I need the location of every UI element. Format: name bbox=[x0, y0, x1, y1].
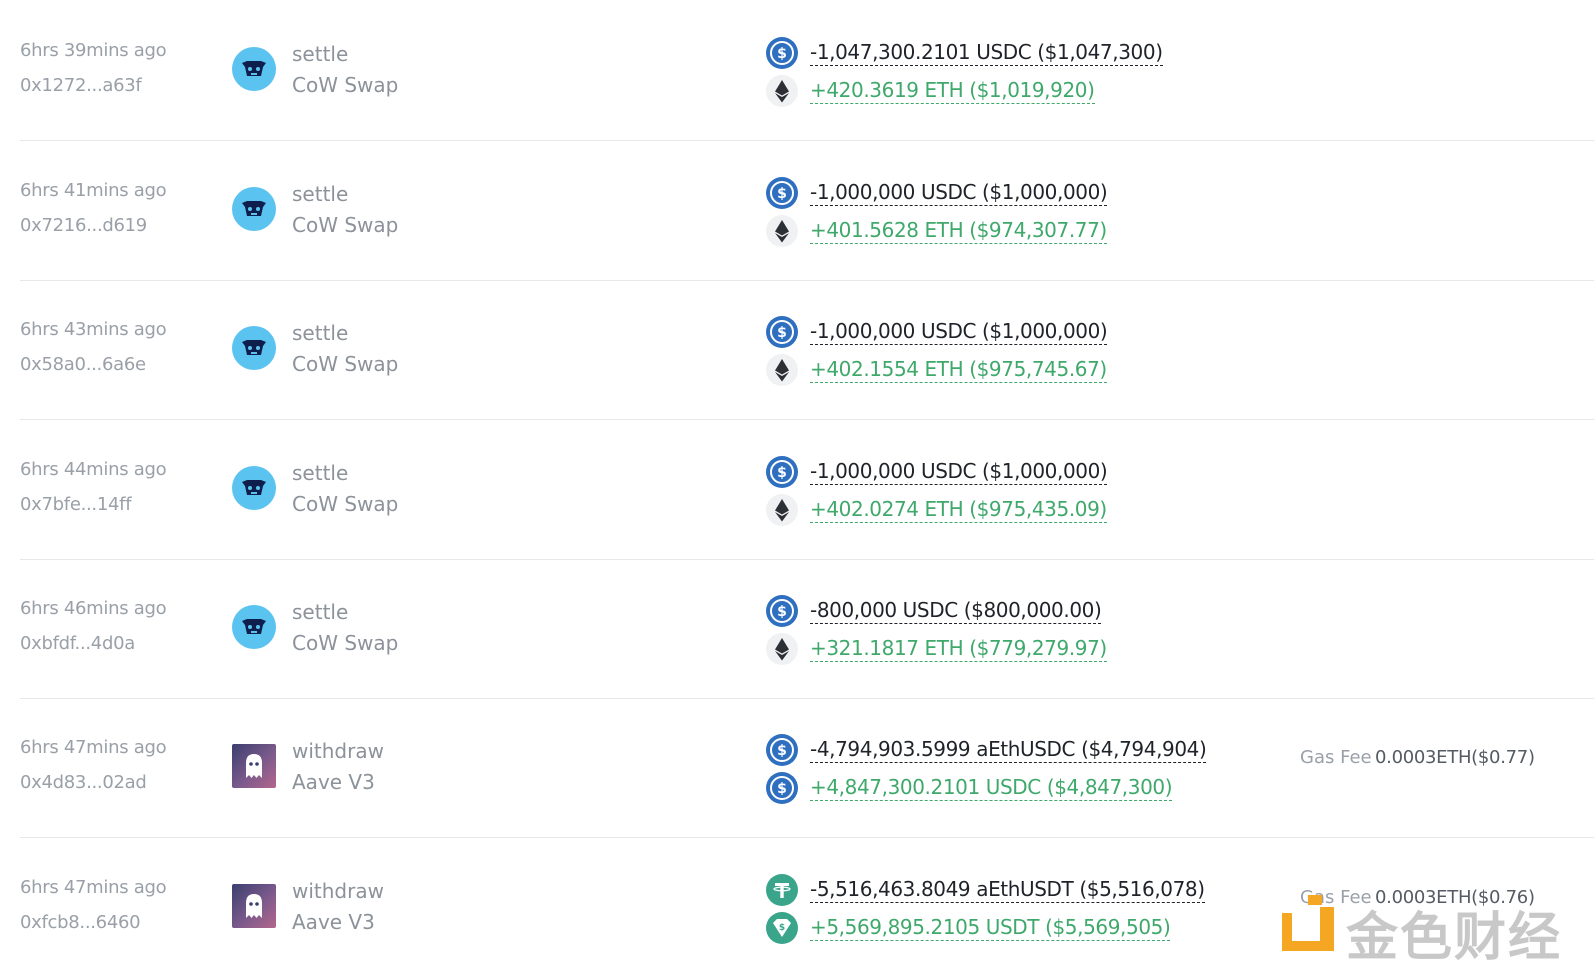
tx-method: withdraw bbox=[292, 739, 384, 763]
tx-hash-link[interactable]: 0x4d83...02ad bbox=[20, 772, 147, 793]
usdc-icon: $ bbox=[766, 37, 798, 69]
eth-icon bbox=[766, 633, 798, 665]
tx-time: 6hrs 46mins ago bbox=[20, 598, 167, 619]
svg-text:$: $ bbox=[779, 923, 785, 933]
token-out-amount[interactable]: -1,000,000 USDC ($1,000,000) bbox=[810, 319, 1108, 345]
usdc-icon: $ bbox=[766, 595, 798, 627]
eth-icon bbox=[766, 494, 798, 526]
usdc-icon: $ bbox=[766, 734, 798, 766]
svg-text:$: $ bbox=[777, 604, 787, 620]
usdc-icon: $ bbox=[766, 316, 798, 348]
tx-hash-link[interactable]: 0x7bfe...14ff bbox=[20, 494, 132, 515]
tx-method: settle bbox=[292, 321, 349, 345]
aave-ghost-icon bbox=[232, 744, 276, 788]
tx-method: withdraw bbox=[292, 879, 384, 903]
tx-protocol[interactable]: CoW Swap bbox=[292, 213, 398, 237]
watermark-text: 金色财经 bbox=[1346, 908, 1563, 968]
usdc-icon: $ bbox=[766, 177, 798, 209]
svg-text:$: $ bbox=[777, 465, 787, 481]
transaction-row: 6hrs 46mins ago 0xbfdf...4d0a settle CoW… bbox=[20, 558, 1594, 699]
svg-text:$: $ bbox=[777, 743, 787, 759]
cow-icon bbox=[232, 187, 276, 231]
token-out-amount[interactable]: -1,047,300.2101 USDC ($1,047,300) bbox=[810, 40, 1163, 66]
transaction-row: 6hrs 43mins ago 0x58a0...6a6e settle CoW… bbox=[20, 279, 1594, 420]
watermark: 金色财经 bbox=[1280, 893, 1580, 968]
tx-hash-link[interactable]: 0x1272...a63f bbox=[20, 75, 142, 96]
token-in-amount[interactable]: +4,847,300.2101 USDC ($4,847,300) bbox=[810, 775, 1173, 801]
token-in-amount[interactable]: +402.1554 ETH ($975,745.67) bbox=[810, 357, 1107, 383]
token-in-amount[interactable]: +321.1817 ETH ($779,279.97) bbox=[810, 636, 1107, 662]
cow-icon bbox=[232, 466, 276, 510]
tx-hash-link[interactable]: 0x7216...d619 bbox=[20, 215, 147, 236]
tx-method: settle bbox=[292, 461, 349, 485]
token-in-amount[interactable]: +401.5628 ETH ($974,307.77) bbox=[810, 218, 1107, 244]
svg-text:$: $ bbox=[777, 325, 787, 341]
transaction-row: 6hrs 41mins ago 0x7216...d619 settle CoW… bbox=[20, 140, 1594, 281]
usdc-icon: $ bbox=[766, 456, 798, 488]
tx-time: 6hrs 44mins ago bbox=[20, 459, 167, 480]
transaction-row: 6hrs 47mins ago 0x4d83...02ad withdraw A… bbox=[20, 697, 1594, 838]
tx-method: settle bbox=[292, 42, 349, 66]
tx-hash-link[interactable]: 0xbfdf...4d0a bbox=[20, 633, 135, 654]
tx-time: 6hrs 47mins ago bbox=[20, 877, 167, 898]
tx-protocol[interactable]: CoW Swap bbox=[292, 352, 398, 376]
cow-icon bbox=[232, 326, 276, 370]
transaction-row: 6hrs 39mins ago 0x1272...a63f settle CoW… bbox=[20, 0, 1594, 141]
token-out-amount[interactable]: -5,516,463.8049 aEthUSDT ($5,516,078) bbox=[810, 877, 1205, 903]
cow-icon bbox=[232, 47, 276, 91]
token-in-amount[interactable]: +402.0274 ETH ($975,435.09) bbox=[810, 497, 1107, 523]
tx-time: 6hrs 43mins ago bbox=[20, 319, 167, 340]
usdc-icon: $ bbox=[766, 772, 798, 804]
cow-icon bbox=[232, 605, 276, 649]
jinse-logo-icon bbox=[1280, 893, 1336, 953]
tx-hash-link[interactable]: 0xfcb8...6460 bbox=[20, 912, 141, 933]
gas-fee-value: 0.0003ETH($0.77) bbox=[1375, 747, 1535, 768]
token-in-amount[interactable]: +5,569,895.2105 USDT ($5,569,505) bbox=[810, 915, 1171, 941]
token-out-amount[interactable]: -4,794,903.5999 aEthUSDC ($4,794,904) bbox=[810, 737, 1207, 763]
token-in-amount[interactable]: +420.3619 ETH ($1,019,920) bbox=[810, 78, 1095, 104]
eth-icon bbox=[766, 75, 798, 107]
svg-text:$: $ bbox=[777, 186, 787, 202]
tx-protocol[interactable]: Aave V3 bbox=[292, 770, 375, 794]
tx-protocol[interactable]: CoW Swap bbox=[292, 631, 398, 655]
tx-method: settle bbox=[292, 182, 349, 206]
tx-time: 6hrs 47mins ago bbox=[20, 737, 167, 758]
transaction-row: 6hrs 44mins ago 0x7bfe...14ff settle CoW… bbox=[20, 419, 1594, 560]
token-out-amount[interactable]: -800,000 USDC ($800,000.00) bbox=[810, 598, 1102, 624]
tx-method: settle bbox=[292, 600, 349, 624]
usdt-icon bbox=[766, 874, 798, 906]
tx-hash-link[interactable]: 0x58a0...6a6e bbox=[20, 354, 146, 375]
token-out-amount[interactable]: -1,000,000 USDC ($1,000,000) bbox=[810, 459, 1108, 485]
gas-fee-label: Gas Fee bbox=[1300, 747, 1372, 768]
svg-text:$: $ bbox=[777, 781, 787, 797]
aave-ghost-icon bbox=[232, 884, 276, 928]
eth-icon bbox=[766, 354, 798, 386]
token-out-amount[interactable]: -1,000,000 USDC ($1,000,000) bbox=[810, 180, 1108, 206]
tx-protocol[interactable]: CoW Swap bbox=[292, 73, 398, 97]
eth-icon bbox=[766, 215, 798, 247]
usdt-icon: $ bbox=[766, 912, 798, 944]
svg-text:$: $ bbox=[777, 46, 787, 62]
tx-protocol[interactable]: CoW Swap bbox=[292, 492, 398, 516]
tx-protocol[interactable]: Aave V3 bbox=[292, 910, 375, 934]
tx-time: 6hrs 41mins ago bbox=[20, 180, 167, 201]
tx-time: 6hrs 39mins ago bbox=[20, 40, 167, 61]
